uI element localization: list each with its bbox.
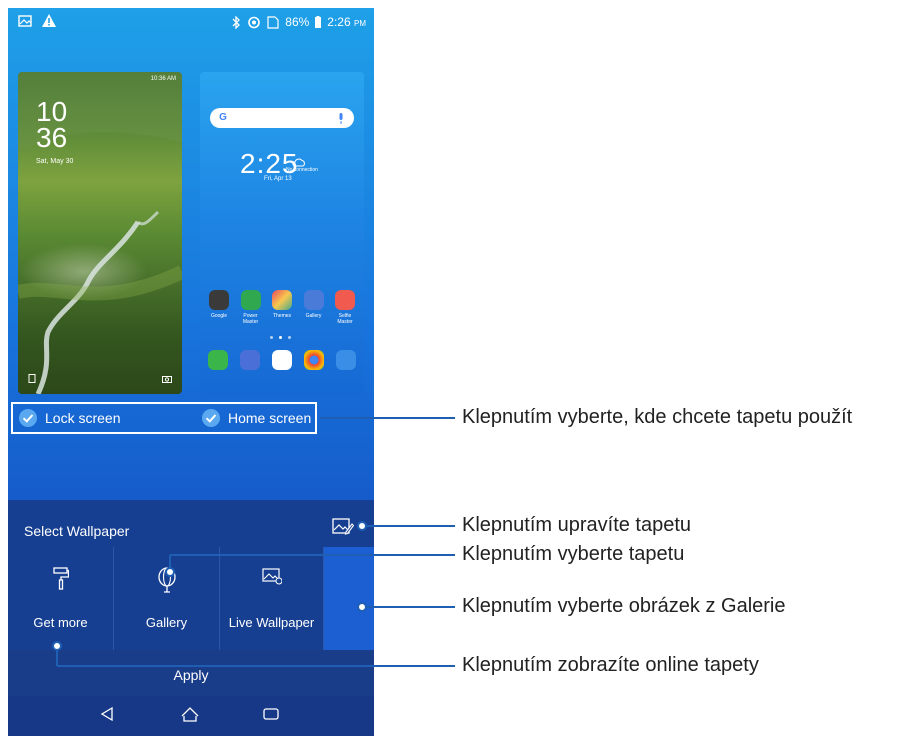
callout-target: Klepnutím vyberte, kde chcete tapetu pou… xyxy=(462,406,853,428)
callout-gallery: Klepnutím vyberte obrázek z Galerie xyxy=(462,595,786,617)
callout-lines xyxy=(52,417,455,667)
callout-online: Klepnutím zobrazíte online tapety xyxy=(462,654,759,676)
callout-select: Klepnutím vyberte tapetu xyxy=(462,543,685,565)
callout-edit: Klepnutím upravíte tapetu xyxy=(462,514,692,536)
